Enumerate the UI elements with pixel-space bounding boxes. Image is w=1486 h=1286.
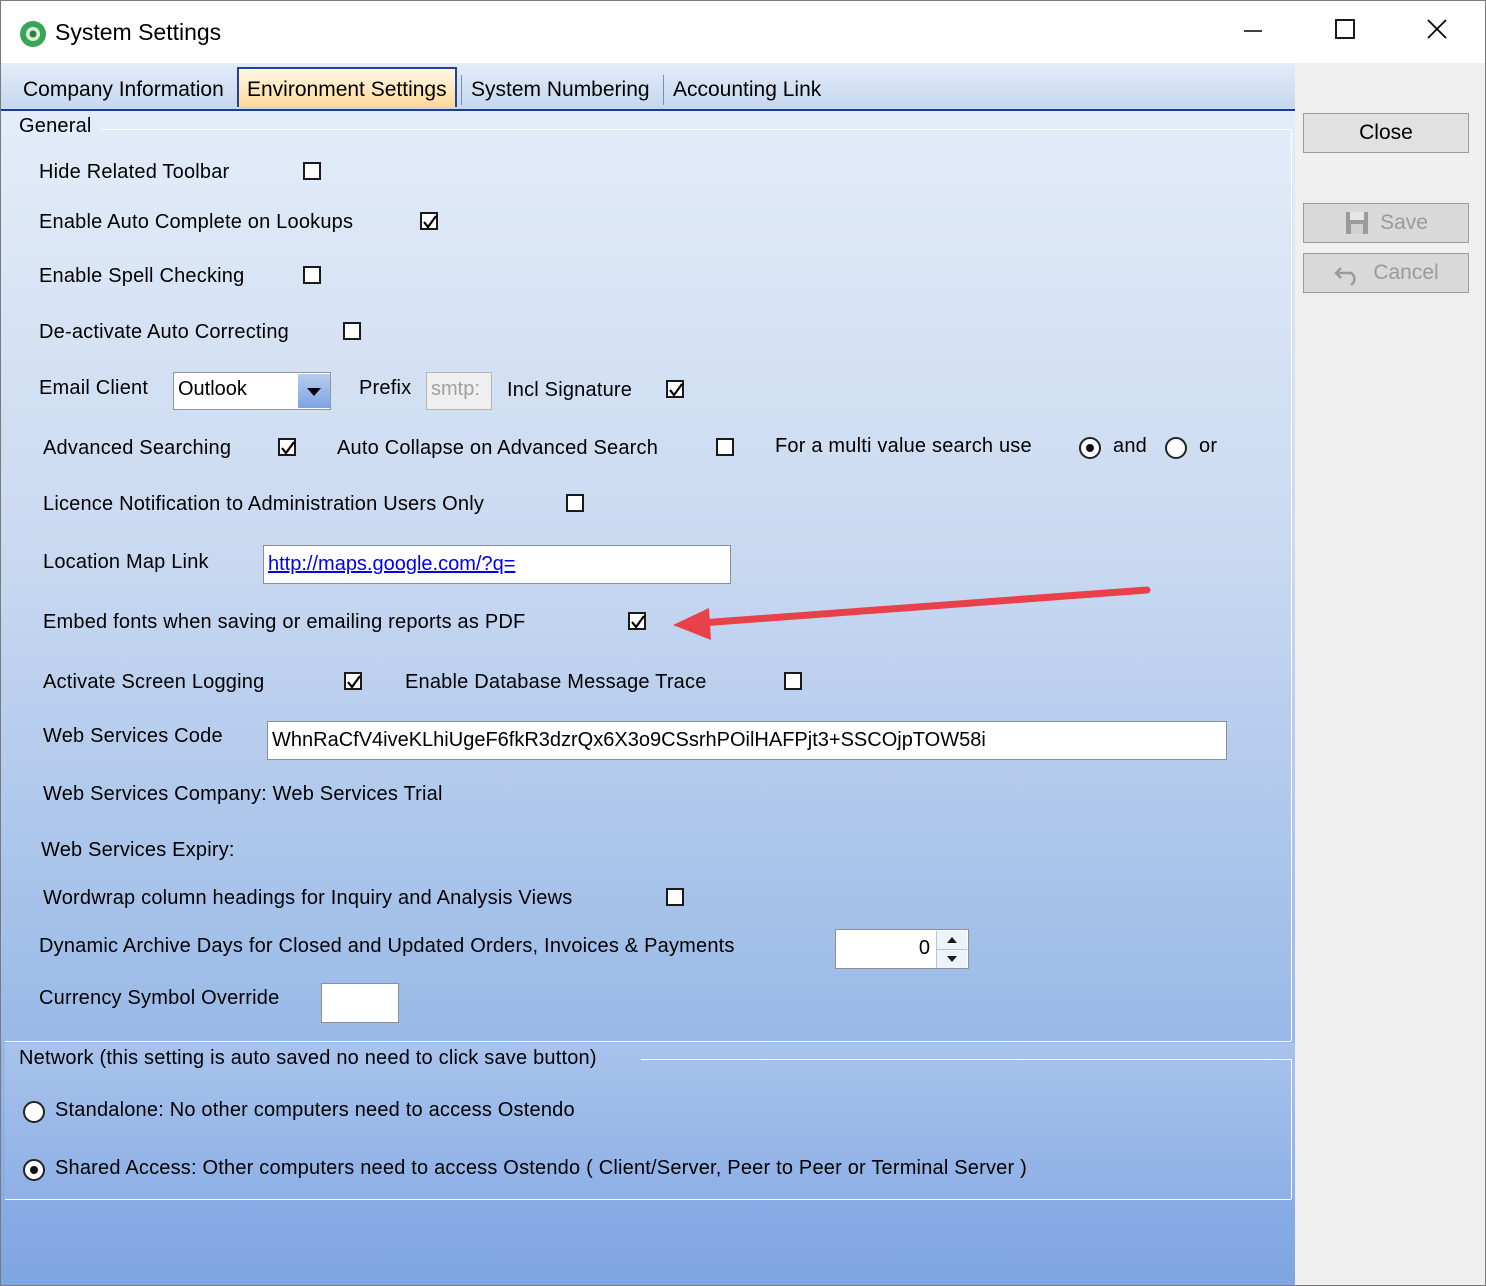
web-services-company-label: Web Services Company: Web Services Trial (43, 783, 443, 805)
checkmark-icon (669, 383, 683, 397)
auto-collapse-label: Auto Collapse on Advanced Search (337, 437, 659, 459)
incl-signature-checkbox[interactable] (666, 380, 684, 398)
tab-strip: Company Information Environment Settings… (1, 63, 1295, 111)
advanced-searching-label: Advanced Searching (43, 437, 232, 459)
checkmark-icon (423, 215, 437, 229)
web-services-code-value: WhnRaCfV4iveKLhiUgeF6fkR3dzrQx6X3o9CSsrh… (272, 729, 986, 751)
shared-access-radio[interactable] (23, 1159, 45, 1181)
archive-days-label: Dynamic Archive Days for Closed and Upda… (39, 935, 735, 957)
tab-environment-settings[interactable]: Environment Settings (237, 67, 457, 107)
email-client-select[interactable]: Outlook (173, 372, 331, 410)
close-icon (1426, 18, 1448, 46)
incl-signature-label: Incl Signature (507, 379, 633, 401)
auto-correcting-label: De-activate Auto Correcting (39, 321, 289, 343)
multi-value-label: For a multi value search use (775, 435, 1032, 457)
stepper-down-icon[interactable] (936, 949, 967, 968)
general-group-label: General (19, 115, 92, 137)
db-trace-label: Enable Database Message Trace (405, 671, 707, 693)
tab-company-information[interactable]: Company Information (15, 73, 232, 107)
advanced-searching-checkbox[interactable] (278, 438, 296, 456)
group-border (5, 1041, 1291, 1042)
multi-value-and-label: and (1113, 435, 1147, 457)
group-border (641, 1059, 1291, 1060)
checkmark-icon (281, 441, 295, 455)
spell-checking-label: Enable Spell Checking (39, 265, 245, 287)
screen-logging-checkbox[interactable] (344, 672, 362, 690)
email-client-value: Outlook (178, 378, 247, 400)
window-title: System Settings (55, 19, 222, 45)
web-services-code-input[interactable]: WhnRaCfV4iveKLhiUgeF6fkR3dzrQx6X3o9CSsrh… (267, 721, 1227, 760)
close-button[interactable]: Close (1303, 113, 1469, 153)
maximize-icon (1334, 18, 1356, 46)
save-button-label: Save (1380, 211, 1428, 234)
archive-days-stepper[interactable]: 0 (835, 929, 969, 969)
licence-notification-checkbox[interactable] (566, 494, 584, 512)
stepper-up-icon[interactable] (936, 931, 967, 949)
prefix-input[interactable]: smtp: (426, 372, 492, 410)
action-sidebar: Close Save Cancel (1295, 63, 1485, 1285)
archive-days-value: 0 (918, 937, 930, 959)
currency-override-input[interactable] (321, 983, 399, 1023)
group-border (101, 129, 1291, 130)
screen-logging-label: Activate Screen Logging (43, 671, 265, 693)
annotation-arrow-icon (673, 586, 1151, 640)
multi-value-or-radio[interactable] (1165, 437, 1187, 459)
wordwrap-checkbox[interactable] (666, 888, 684, 906)
cancel-button-label: Cancel (1373, 261, 1439, 284)
checkmark-icon (631, 615, 645, 629)
web-services-expiry-label: Web Services Expiry: (41, 839, 235, 861)
shared-access-label: Shared Access: Other computers need to a… (55, 1157, 1027, 1179)
auto-complete-checkbox[interactable] (420, 212, 438, 230)
close-window-button[interactable] (1391, 1, 1483, 63)
web-services-code-label: Web Services Code (43, 725, 223, 747)
floppy-disk-icon (1344, 210, 1370, 236)
group-border (1291, 129, 1292, 1041)
save-button[interactable]: Save (1303, 203, 1469, 243)
maximize-button[interactable] (1299, 1, 1391, 63)
email-client-label: Email Client (39, 377, 149, 399)
embed-fonts-label: Embed fonts when saving or emailing repo… (43, 611, 526, 633)
network-group-label: Network (this setting is auto saved no n… (19, 1047, 597, 1069)
standalone-label: Standalone: No other computers need to a… (55, 1099, 575, 1121)
prefix-placeholder: smtp: (431, 378, 480, 400)
db-trace-checkbox[interactable] (784, 672, 802, 690)
spell-checking-checkbox[interactable] (303, 266, 321, 284)
auto-collapse-checkbox[interactable] (716, 438, 734, 456)
app-logo-icon (19, 20, 47, 48)
standalone-radio[interactable] (23, 1101, 45, 1123)
auto-complete-label: Enable Auto Complete on Lookups (39, 211, 354, 233)
minimize-icon (1243, 19, 1263, 45)
hide-related-toolbar-label: Hide Related Toolbar (39, 161, 230, 183)
location-map-link[interactable]: http://maps.google.com/?q= (268, 553, 515, 576)
prefix-label: Prefix (359, 377, 412, 399)
tab-system-numbering[interactable]: System Numbering (463, 73, 658, 107)
chevron-down-icon[interactable] (298, 374, 330, 408)
auto-correcting-checkbox[interactable] (343, 322, 361, 340)
embed-fonts-checkbox[interactable] (628, 612, 646, 630)
checkmark-icon (347, 675, 361, 689)
tab-separator (663, 75, 664, 105)
tab-accounting-link[interactable]: Accounting Link (665, 73, 829, 107)
location-map-label: Location Map Link (43, 551, 209, 573)
title-bar: System Settings (1, 1, 1485, 63)
group-border (1291, 1059, 1292, 1199)
group-border (5, 1199, 1291, 1200)
multi-value-or-label: or (1199, 435, 1218, 457)
currency-override-label: Currency Symbol Override (39, 987, 280, 1009)
minimize-button[interactable] (1207, 1, 1299, 63)
licence-notification-label: Licence Notification to Administration U… (43, 493, 485, 515)
close-button-label: Close (1359, 121, 1413, 144)
hide-related-toolbar-checkbox[interactable] (303, 162, 321, 180)
wordwrap-label: Wordwrap column headings for Inquiry and… (43, 887, 573, 909)
tab-separator (461, 75, 462, 105)
cancel-button[interactable]: Cancel (1303, 253, 1469, 293)
undo-icon (1333, 260, 1363, 286)
system-settings-window: System Settings Company Information Envi… (0, 0, 1486, 1286)
main-panel: Company Information Environment Settings… (1, 63, 1295, 1285)
multi-value-and-radio[interactable] (1079, 437, 1101, 459)
